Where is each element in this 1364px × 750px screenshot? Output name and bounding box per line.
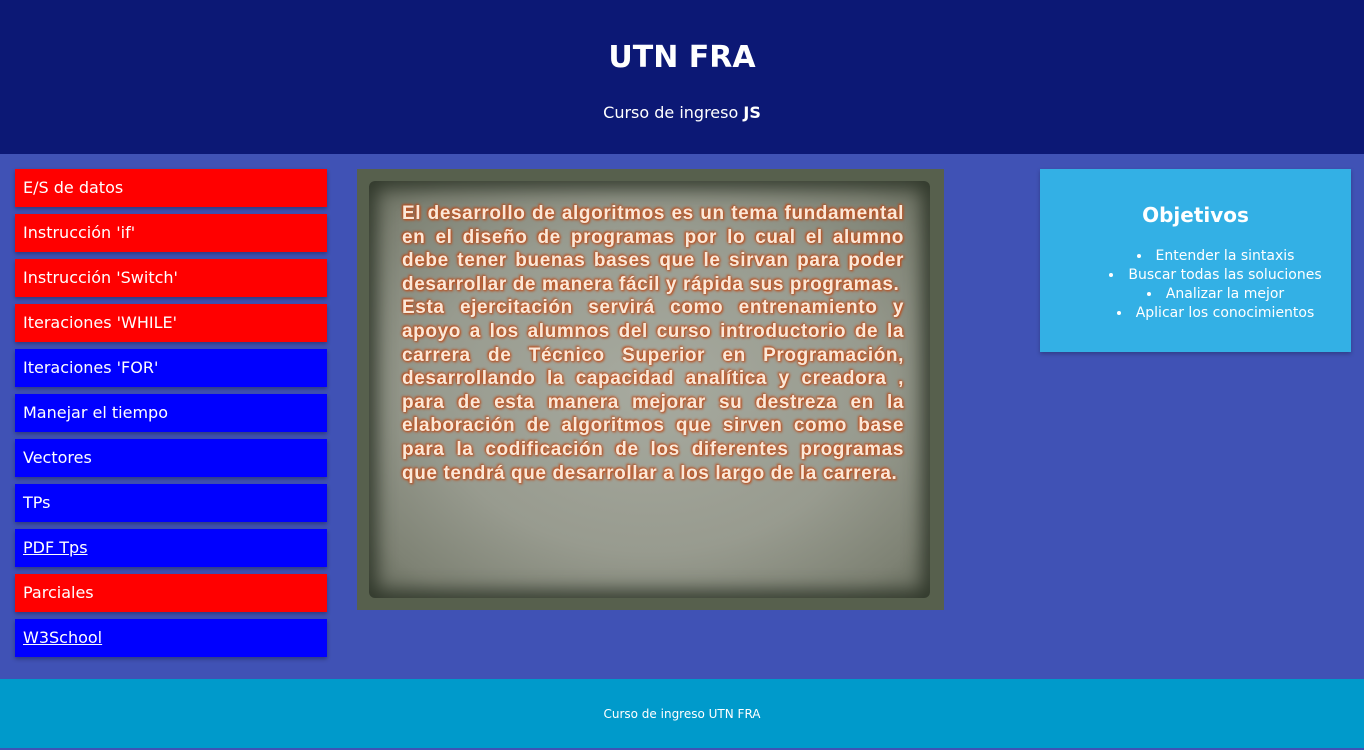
footer-text: Curso de ingreso UTN FRA [603,707,761,721]
nav-item-instruccion-if[interactable]: Instrucción 'if' [15,214,327,252]
page-footer: Curso de ingreso UTN FRA [0,679,1364,748]
subtitle-bold: JS [743,103,761,122]
nav-item-w3school[interactable]: W3School [15,619,327,657]
objective-item: Entender la sintaxis [1080,247,1351,266]
nav-item-pdf-tps[interactable]: PDF Tps [15,529,327,567]
objective-item: Analizar la mejor [1080,285,1351,304]
objectives-panel: Objetivos Entender la sintaxis Buscar to… [1040,169,1351,352]
sidebar-nav: E/S de datos Instrucción 'if' Instrucció… [15,169,327,664]
page-title: UTN FRA [608,40,756,75]
nav-item-vectores[interactable]: Vectores [15,439,327,477]
page-subtitle: Curso de ingreso JS [0,103,1364,122]
intro-text: El desarrollo de algoritmos es un tema f… [402,202,904,485]
intro-paragraph-2: Esta ejercitación servirá como entrenami… [402,297,904,484]
objectives-list: Entender la sintaxis Buscar todas las so… [1040,247,1351,323]
nav-item-parciales[interactable]: Parciales [15,574,327,612]
nav-item-tps[interactable]: TPs [15,484,327,522]
subtitle-text: Curso de ingreso [603,103,744,122]
nav-item-manejar-tiempo[interactable]: Manejar el tiempo [15,394,327,432]
objective-item: Buscar todas las soluciones [1080,266,1351,285]
nav-item-es-datos[interactable]: E/S de datos [15,169,327,207]
intro-paragraph-1: El desarrollo de algoritmos es un tema f… [402,203,904,295]
nav-item-instruccion-switch[interactable]: Instrucción 'Switch' [15,259,327,297]
nav-item-iteraciones-while[interactable]: Iteraciones 'WHILE' [15,304,327,342]
nav-item-iteraciones-for[interactable]: Iteraciones 'FOR' [15,349,327,387]
objective-item: Aplicar los conocimientos [1080,304,1351,323]
objectives-title: Objetivos [1142,203,1249,227]
page-header: UTN FRA Curso de ingreso JS [0,0,1364,154]
intro-image-panel: El desarrollo de algoritmos es un tema f… [357,169,944,610]
